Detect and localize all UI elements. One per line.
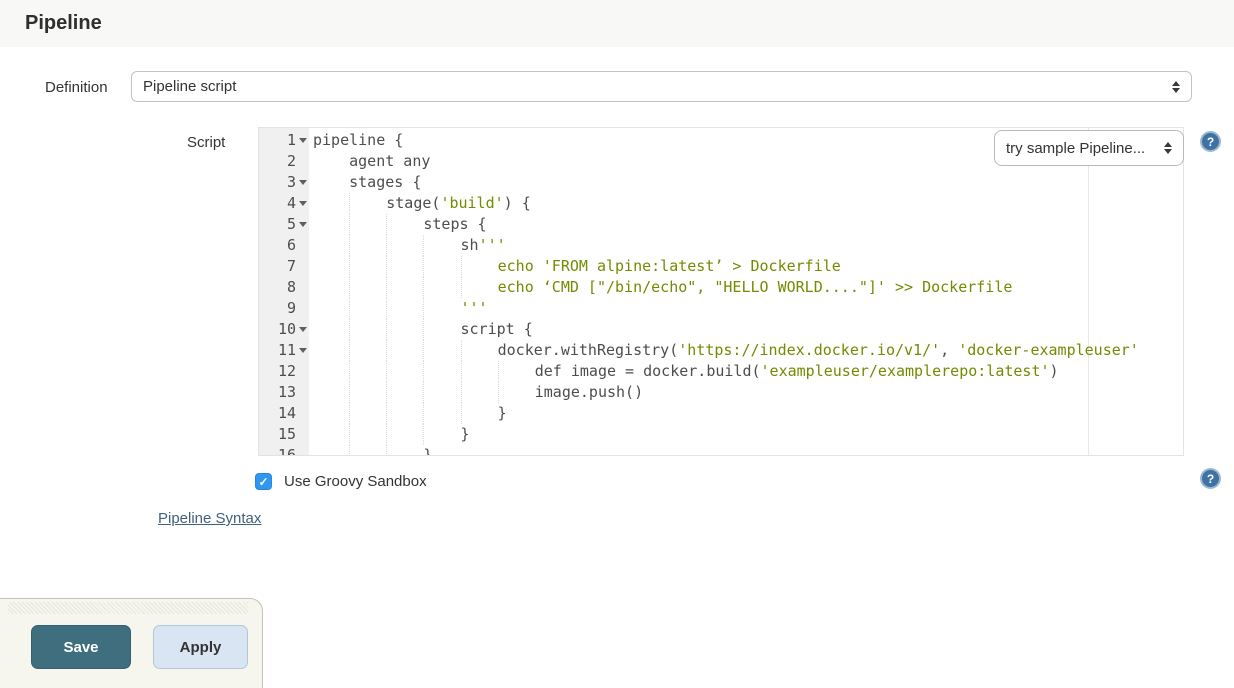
definition-label: Definition: [45, 79, 108, 96]
question-mark-icon: ?: [1206, 471, 1215, 486]
try-sample-pipeline-select[interactable]: try sample Pipeline...: [994, 130, 1184, 166]
section-header-band: [0, 0, 1234, 47]
code-line: 15 }: [277, 424, 470, 445]
pipeline-config-page: Pipeline Definition Pipeline script ? Sc…: [0, 0, 1234, 688]
code-line: 5 steps {: [286, 214, 487, 235]
use-groovy-sandbox-checkbox[interactable]: ✓: [255, 473, 272, 490]
bottom-button-bar: Save Apply: [0, 598, 263, 688]
code-line: 7 echo 'FROM alpine:latest’ > Dockerfile: [286, 256, 841, 277]
select-arrows-icon: [1172, 80, 1180, 93]
script-editor-lines: 1 pipeline {2 agent any 3 stages {4 stage(…: [259, 130, 1183, 455]
code-line: 11 docker.withRegistry('https://index.do…: [277, 340, 1139, 361]
code-line: 16 }: [259, 445, 1183, 455]
fold-arrow-icon[interactable]: [298, 327, 307, 332]
definition-select[interactable]: Pipeline script: [131, 71, 1192, 102]
script-code-editor[interactable]: 1 pipeline {2 agent any 3 stages {4 stage(…: [258, 127, 1184, 456]
code-line: 9 ''': [286, 298, 488, 319]
fold-arrow-icon[interactable]: [298, 201, 307, 206]
fold-arrow-icon[interactable]: [298, 222, 307, 227]
use-groovy-sandbox-label[interactable]: Use Groovy Sandbox: [284, 473, 427, 490]
code-line: 8 echo ‘CMD ["/bin/echo", "HELLO WORLD..…: [286, 277, 1013, 298]
definition-select-value: Pipeline script: [143, 78, 237, 95]
code-line: 14 }: [277, 403, 507, 424]
script-label: Script: [187, 134, 226, 151]
check-icon: ✓: [258, 474, 269, 489]
apply-button[interactable]: Apply: [153, 625, 248, 669]
code-line: 3 stages {: [286, 173, 422, 191]
fold-arrow-icon[interactable]: [298, 138, 307, 143]
fold-arrow-icon[interactable]: [298, 180, 307, 185]
footer-hatch-decoration: [8, 602, 248, 614]
code-line: 10 script {: [277, 319, 533, 340]
question-mark-icon: ?: [1206, 134, 1215, 149]
fold-arrow-icon[interactable]: [298, 348, 307, 353]
code-line: 12 def image = docker.build('exampleuser…: [277, 361, 1059, 382]
help-icon[interactable]: ?: [1200, 468, 1221, 489]
save-button[interactable]: Save: [31, 625, 131, 669]
pipeline-syntax-link[interactable]: Pipeline Syntax: [158, 510, 261, 527]
code-line: 6 sh''': [286, 235, 506, 256]
select-arrows-icon: [1164, 142, 1172, 154]
help-icon[interactable]: ?: [1200, 131, 1221, 152]
code-line: 4 stage('build') {: [286, 193, 531, 214]
try-sample-pipeline-value: try sample Pipeline...: [1006, 139, 1146, 157]
code-line: 13 image.push(): [277, 382, 644, 403]
page-title: Pipeline: [25, 12, 102, 34]
